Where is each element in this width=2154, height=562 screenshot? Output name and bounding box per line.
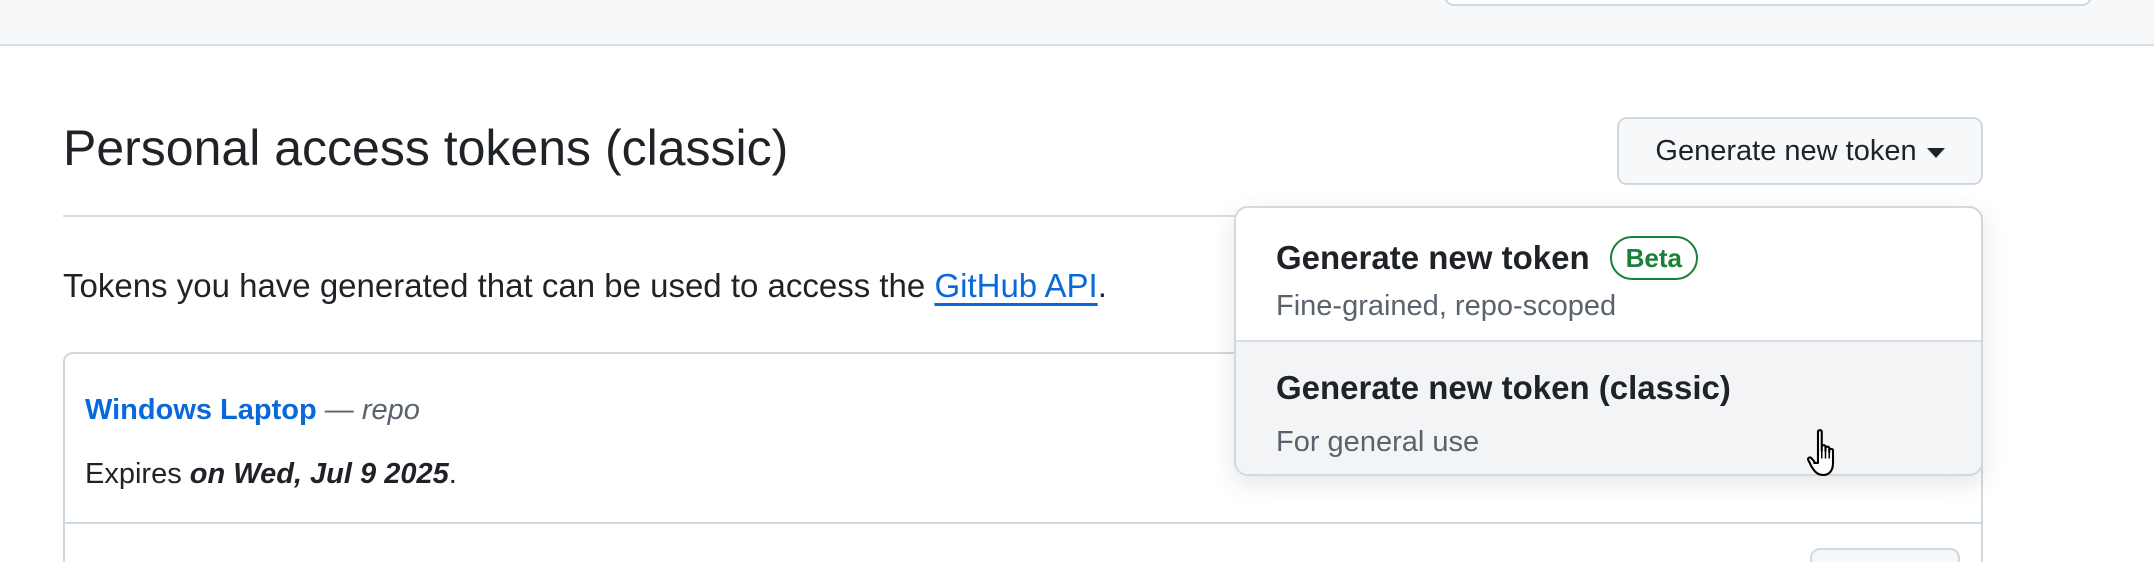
token-row-action-button[interactable] bbox=[1810, 548, 1960, 562]
menu-item-title: Generate new token bbox=[1276, 239, 1590, 276]
token-name-link[interactable]: Windows Laptop bbox=[85, 394, 317, 426]
token-expiry-prefix: Expires bbox=[85, 458, 190, 490]
generate-token-dropdown-menu: Generate new token Beta Fine-grained, re… bbox=[1234, 206, 1983, 476]
menu-item-title-row: Generate new token Beta bbox=[1276, 236, 1698, 280]
github-api-link[interactable]: GitHub API bbox=[934, 267, 1097, 304]
menu-item-classic-token[interactable]: Generate new token (classic) For general… bbox=[1236, 342, 1981, 474]
hand-pointer-cursor-icon bbox=[1806, 429, 1835, 477]
header-search-box[interactable] bbox=[1444, 0, 2092, 6]
menu-item-fine-grained-token[interactable]: Generate new token Beta Fine-grained, re… bbox=[1236, 208, 1981, 342]
token-expiry-suffix: . bbox=[448, 458, 457, 490]
token-title: Windows Laptop — repo bbox=[85, 392, 420, 428]
top-header-strip bbox=[0, 0, 2154, 46]
token-expiry: Expires on Wed, Jul 9 2025. bbox=[85, 456, 457, 492]
triangle-down-icon bbox=[1926, 148, 1945, 158]
menu-item-subtitle: For general use bbox=[1276, 426, 1480, 458]
menu-item-subtitle: Fine-grained, repo-scoped bbox=[1276, 290, 1617, 322]
menu-item-title: Generate new token (classic) bbox=[1276, 369, 1731, 406]
description-suffix: . bbox=[1097, 267, 1107, 304]
token-scope: — repo bbox=[316, 394, 420, 426]
page-title: Personal access tokens (classic) bbox=[63, 120, 789, 176]
generate-button-label: Generate new token bbox=[1655, 134, 1917, 167]
beta-badge: Beta bbox=[1609, 236, 1698, 280]
description-text: Tokens you have generated that can be us… bbox=[63, 267, 935, 304]
token-expiry-date: on Wed, Jul 9 2025 bbox=[189, 458, 449, 490]
generate-new-token-dropdown-button[interactable]: Generate new token bbox=[1617, 117, 1983, 185]
page-description: Tokens you have generated that can be us… bbox=[63, 264, 1107, 308]
